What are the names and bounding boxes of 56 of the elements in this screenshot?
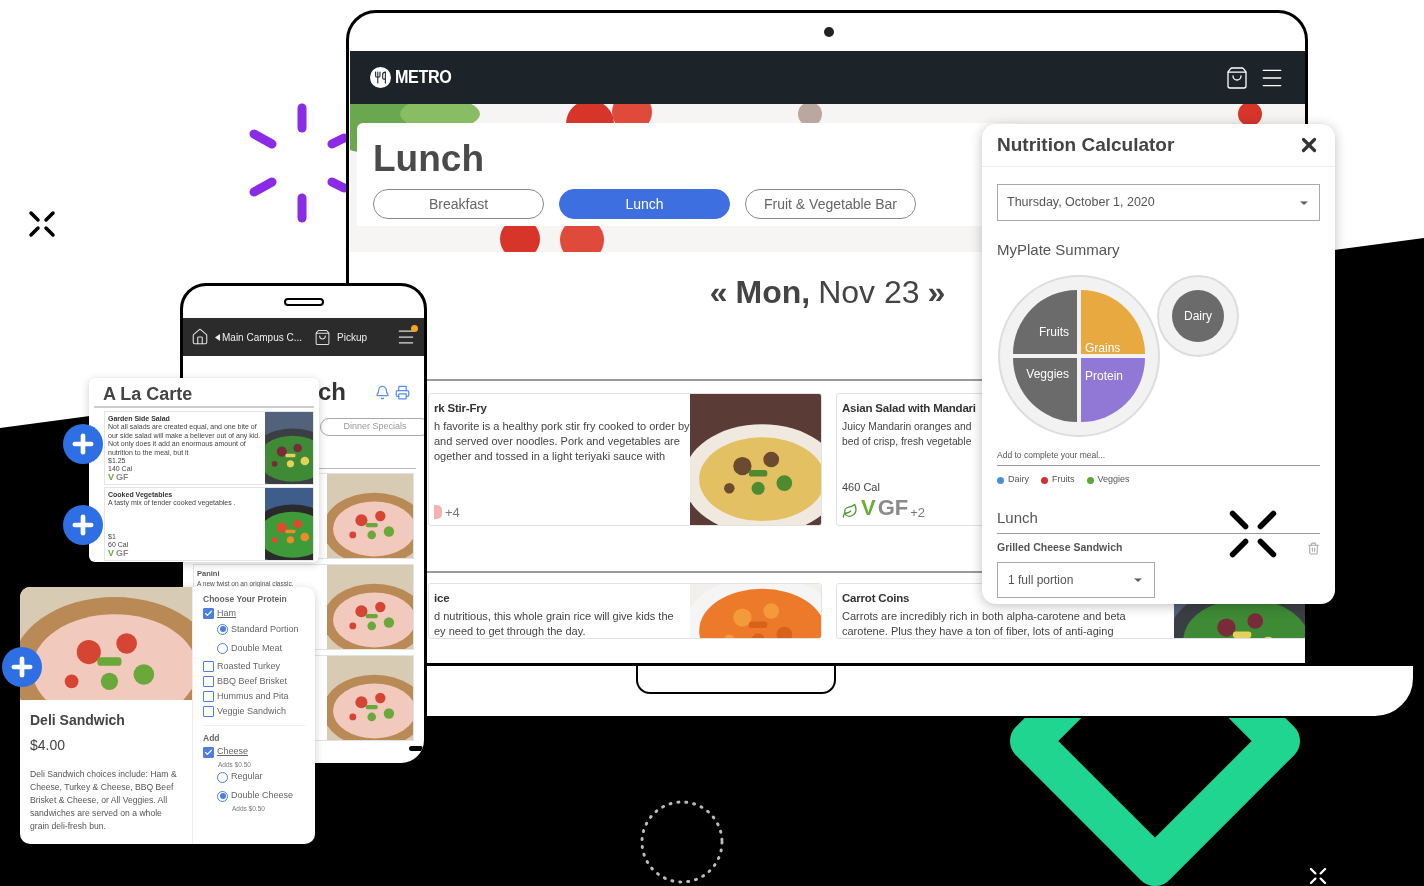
segment-label: Fruits [1039,324,1069,339]
item-description: Deli Sandwich choices include: Ham & Cheese, Turkey & Cheese, BBQ Beef Brisket & Cheese, or All Veggies. All sandwiches are served on a whole grain deli-fresh bun. [29,768,178,833]
menu-item-description: carotene. Plus they have a ton of fiber, lots of anti-aging [842,624,1114,638]
segment-label: Veggies [1026,366,1069,381]
option-label: Veggie Sandwich [217,704,287,718]
option-group-title: Choose Your Protein [203,593,288,606]
panel-title: Nutrition Calculator [997,132,1175,157]
option-label: Cheese [217,745,249,759]
segment-label: Protein [1085,368,1124,383]
option-label: Standard Portion [231,622,299,636]
menu-item-name: Asian Salad with Mandari [842,401,976,416]
meal-heading: Lunch [997,506,1320,535]
section-title: MyPlate Summary [997,240,1121,260]
hint-text: Add to complete your meal... [997,448,1320,467]
menu-item-name: Carrot Coins [842,591,910,606]
day-label: Mon, [735,273,811,312]
menu-item-name: rk Stir-Fry [434,401,487,416]
legend-label: Dairy [1008,473,1029,487]
legend-label: Fruits [1052,473,1075,487]
option-label: Regular [231,770,263,784]
option-label: Roasted Turkey [217,659,281,673]
option-label: Double Meat [231,641,283,655]
gluten-free-tag: GF [116,473,129,482]
gluten-free-tag: GF [877,497,909,519]
page-title: ch [318,377,346,407]
brand-logo: METRO [395,65,452,90]
legend-label: Veggies [1097,473,1130,487]
menu-item-description: ogether and tossed in a light teriyaki sauce with [434,449,666,465]
menu-item-description: and served over noodles. Pork and vegetables are [434,434,680,450]
menu-item-description: Juicy Mandarin oranges and [842,420,972,435]
option-label: Double Cheese [231,789,294,803]
segment-label: Dairy [1184,308,1212,323]
gluten-free-tag: GF [116,549,129,558]
calories: 460 Cal [842,479,880,495]
vegetarian-tag: V [108,549,114,558]
menu-item-description: Carrots are incredibly rich in both alpha-carotene and beta [842,609,1126,625]
option-label: BBQ Beef Brisket [217,674,288,688]
option-label: Ham [217,606,236,620]
meal-item-name: Grilled Cheese Sandwich [997,540,1123,556]
menu-item-description: bed of crisp, fresh vegetable [842,435,972,450]
menu-item-description: ey need to get through the day. [434,624,586,638]
item-price: $4.00 [29,736,67,755]
more-tags-count: +2 [910,506,926,519]
vegetarian-tag: V [861,497,876,519]
menu-item-description: d nutritious, this whole grain rice will give kids the [434,609,674,625]
panel-title: A La Carte [94,382,314,408]
more-tags-count: +4 [445,506,460,519]
menu-item-name: ice [434,591,450,606]
page-title: Lunch [373,139,485,179]
segment-label: Grains [1085,340,1121,355]
vegetarian-tag: V [108,473,114,482]
option-group-title: Add [203,731,221,745]
option-label: Hummus and Pita [217,689,289,703]
menu-item-description: h favorite is a healthy pork stir fry cooked to order by [434,419,690,435]
date-label: Nov 23 [818,273,920,312]
item-name: Deli Sandwich [29,711,126,730]
